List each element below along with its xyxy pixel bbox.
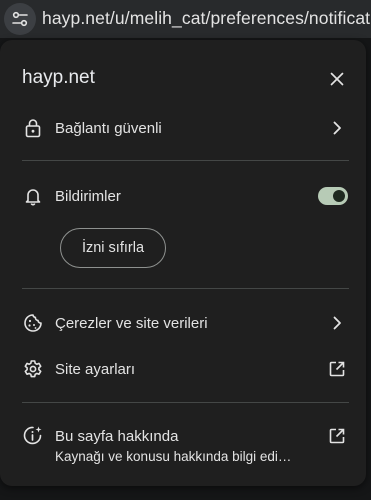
cookies-label: Çerezler ve site verileri [55, 314, 208, 332]
site-settings-row[interactable]: Site ayarları [0, 358, 366, 380]
lock-icon [22, 117, 44, 139]
info-sparkle-icon [22, 425, 44, 447]
site-settings-label: Site ayarları [55, 360, 136, 378]
notifications-toggle[interactable] [318, 187, 348, 205]
notifications-label: Bildirimler [55, 187, 121, 205]
chevron-right-icon [326, 117, 348, 139]
connection-row[interactable]: Bağlantı güvenli [0, 117, 366, 139]
close-button[interactable] [325, 67, 349, 91]
divider [22, 402, 349, 403]
close-icon [330, 72, 344, 86]
about-page-label: Bu sayfa hakkında [55, 427, 179, 445]
site-title: hayp.net [22, 67, 95, 88]
site-info-popup: hayp.net Bağlantı güvenli Bildirimler İz… [0, 40, 366, 486]
notifications-row: Bildirimler [0, 185, 366, 207]
external-link-icon [326, 358, 348, 380]
toggle-knob [333, 190, 345, 202]
gear-icon [22, 358, 44, 380]
about-page-row[interactable]: Bu sayfa hakkında [0, 425, 366, 447]
url-text[interactable]: hayp.net/u/melih_cat/preferences/notific… [42, 8, 371, 29]
tune-icon [11, 10, 29, 28]
site-info-button[interactable] [4, 3, 36, 35]
divider [22, 160, 349, 161]
cookies-row[interactable]: Çerezler ve site verileri [0, 312, 366, 334]
about-page-sublabel: Kaynağı ve konusu hakkında bilgi edi… [55, 449, 292, 464]
reset-permission-button[interactable]: İzni sıfırla [60, 228, 166, 268]
bell-icon [22, 185, 44, 207]
connection-label: Bağlantı güvenli [55, 119, 162, 137]
external-link-icon [326, 425, 348, 447]
cookie-icon [22, 312, 44, 334]
divider [22, 288, 349, 289]
address-bar: hayp.net/u/melih_cat/preferences/notific… [0, 0, 371, 38]
chevron-right-icon [326, 312, 348, 334]
